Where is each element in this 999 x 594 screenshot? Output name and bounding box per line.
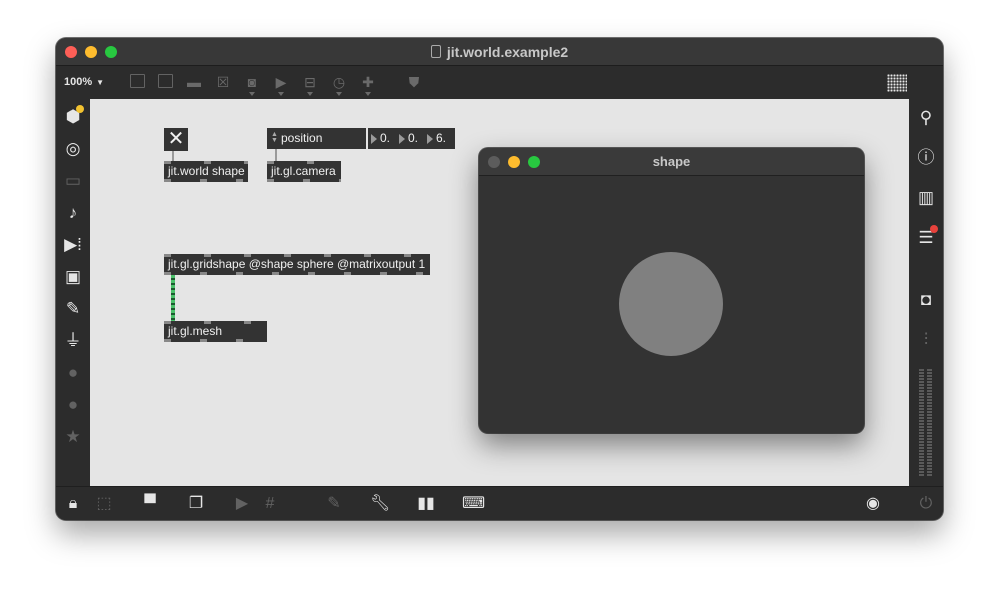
- toggle-object[interactable]: ✕: [164, 128, 188, 151]
- render-window-title-bar[interactable]: shape: [479, 148, 864, 176]
- grid-view-icon[interactable]: [887, 74, 907, 92]
- chevron-down-icon[interactable]: [365, 92, 371, 96]
- console-list-icon[interactable]: ☰: [916, 225, 938, 248]
- position-message[interactable]: ▲ ▼ position: [267, 128, 366, 149]
- info-icon[interactable]: ⓘ: [916, 148, 936, 168]
- chevron-down-icon[interactable]: [307, 92, 313, 96]
- filmstrip-icon[interactable]: ▭: [63, 171, 83, 191]
- render-window-title: shape: [652, 154, 691, 169]
- music-note-icon[interactable]: ♪: [63, 203, 83, 223]
- object-box-icon[interactable]: [156, 74, 174, 90]
- number-arrow-icon: [427, 134, 433, 144]
- star-icon[interactable]: ★: [63, 427, 83, 447]
- wrench-icon[interactable]: 🔧︎: [370, 495, 390, 513]
- number-box-y-value: 0.: [408, 131, 419, 145]
- notification-badge: [930, 225, 938, 233]
- patch-cord[interactable]: [275, 149, 277, 161]
- presentation-toggle-icon[interactable]: [128, 74, 146, 90]
- grid-snap-icon[interactable]: #: [260, 495, 280, 513]
- document-icon: [430, 45, 441, 58]
- paperclip-icon[interactable]: ✎: [63, 299, 83, 319]
- position-message-label: position: [281, 131, 323, 145]
- lock-icon[interactable]: 🔒︎: [63, 495, 83, 513]
- number-arrow-icon: [399, 134, 405, 144]
- dial-object-icon[interactable]: ◷: [330, 74, 348, 90]
- title-bar[interactable]: jit.world.example2: [56, 38, 943, 66]
- jit-gl-gridshape-object[interactable]: jit.gl.gridshape @shape sphere @matrixou…: [164, 254, 430, 275]
- patch-cord[interactable]: [172, 151, 174, 161]
- matrix-patch-cord[interactable]: [171, 275, 175, 321]
- top-toolbar: 100% ▼ ▬ ☒ ◙ ▶ ⊟ ◷ ✚ ⛊: [56, 67, 943, 99]
- new-paperclip-icon[interactable]: ✎: [324, 495, 344, 513]
- keyboard-icon[interactable]: ⌨: [462, 495, 485, 513]
- jit-gl-mesh-object[interactable]: jit.gl.mesh: [164, 321, 267, 342]
- notification-badge: [76, 105, 84, 113]
- chevron-down-icon[interactable]: [278, 92, 284, 96]
- bottom-toolbar: 🔒︎ ⬚ ▀ ❐ ▶ # ✎ 🔧︎ ▮▮ ⌨ ◉ ⏻: [56, 486, 943, 520]
- power-icon[interactable]: ⏻: [916, 495, 936, 513]
- number-box-z-value: 6.: [436, 131, 447, 145]
- beap-icon[interactable]: ●: [63, 395, 83, 415]
- comment-icon[interactable]: ▬: [185, 74, 203, 90]
- render-window: shape: [479, 148, 864, 433]
- audio-play-icon[interactable]: ◉: [863, 495, 883, 513]
- chevron-down-icon[interactable]: [336, 92, 342, 96]
- rendered-sphere: [619, 252, 723, 356]
- number-box-x-value: 0.: [380, 131, 391, 145]
- mixer-sliders-icon[interactable]: ⫶: [916, 330, 936, 350]
- number-object-icon[interactable]: ▶: [272, 74, 290, 90]
- vizzie-icon[interactable]: ●: [63, 363, 83, 383]
- level-meter-left: [919, 369, 924, 477]
- right-sidebar: ⚲ ⓘ ▥ ☰ ◘ ⫶: [909, 99, 943, 486]
- stepper-arrows-icon: ▲ ▼: [271, 131, 278, 144]
- audio-icon[interactable]: ◎: [63, 139, 83, 159]
- number-arrow-icon: [371, 134, 377, 144]
- snapshot-camera-icon[interactable]: ◘: [916, 290, 936, 310]
- sequence-icon[interactable]: ▶⁞: [63, 235, 83, 255]
- number-box-y[interactable]: 0.: [396, 128, 424, 149]
- number-box-z[interactable]: 6.: [424, 128, 455, 149]
- jit-world-object[interactable]: jit.world shape: [164, 161, 248, 182]
- add-object-icon[interactable]: ✚: [359, 74, 377, 90]
- mute-icon[interactable]: ▶: [232, 495, 252, 513]
- piano-keys-icon[interactable]: ▮▮: [416, 495, 436, 513]
- image-icon[interactable]: ▣: [63, 267, 83, 287]
- chevron-down-icon: ▼: [96, 78, 105, 87]
- number-box-x[interactable]: 0.: [368, 128, 396, 149]
- zoom-value: 100%: [64, 76, 93, 88]
- window-title: jit.world.example2: [56, 44, 943, 60]
- presentation-icon[interactable]: ▀: [140, 495, 160, 513]
- button-object-icon[interactable]: ◙: [243, 74, 261, 90]
- plug-icon[interactable]: ⏚: [63, 331, 83, 351]
- select-arrow-icon[interactable]: ⬚: [94, 495, 114, 513]
- packages-icon[interactable]: ⬢: [63, 105, 84, 127]
- reference-book-icon[interactable]: ▥: [916, 188, 936, 208]
- jit-gl-camera-object[interactable]: jit.gl.camera: [267, 161, 341, 182]
- chevron-down-icon[interactable]: [249, 92, 255, 96]
- windows-icon[interactable]: ❐: [186, 495, 206, 513]
- window-title-text: jit.world.example2: [446, 44, 569, 60]
- zoom-menu[interactable]: 100% ▼: [64, 76, 104, 88]
- left-sidebar: ⬢ ◎ ▭ ♪ ▶⁞ ▣ ✎ ⏚ ● ● ★: [56, 99, 90, 486]
- search-icon[interactable]: ⚲: [916, 108, 936, 128]
- level-meter-right: [927, 369, 932, 477]
- toggle-object-icon[interactable]: ☒: [214, 74, 232, 90]
- paint-bucket-icon[interactable]: ⛊: [405, 74, 423, 90]
- slider-object-icon[interactable]: ⊟: [301, 74, 319, 90]
